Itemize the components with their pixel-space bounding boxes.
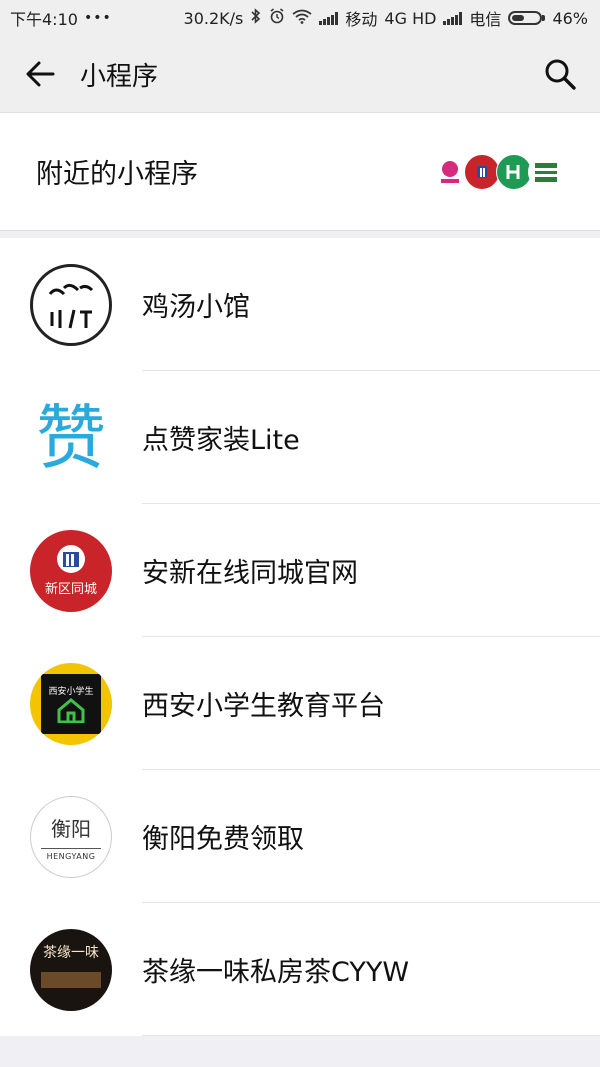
arrow-left-icon: [26, 61, 55, 87]
chayuan-logo-icon: 茶缘一味: [30, 928, 112, 1011]
nearby-logo-2: [464, 153, 500, 190]
carrier-1: 移动: [345, 10, 378, 29]
dianzan-logo-icon: 赞: [30, 396, 112, 479]
status-notification-dots: •••: [83, 10, 112, 26]
mini-program-list: 鸡汤小馆 赞 点赞家装Lite 新区同城 安新在线同城官网 西安小学生 西安小学…: [0, 238, 600, 1036]
search-button[interactable]: [520, 57, 600, 91]
nearby-logo-3: [496, 153, 532, 190]
xian-school-logo-icon: 西安小学生: [30, 662, 112, 745]
nearby-label: 附近的小程序: [36, 159, 198, 190]
list-item[interactable]: 西安小学生 西安小学生教育平台: [0, 637, 600, 770]
divider: [142, 1035, 600, 1036]
network-speed: 30.2K/s: [183, 8, 244, 28]
nearby-logos: [432, 153, 564, 190]
app-header: 小程序: [0, 36, 600, 113]
alarm-icon: [269, 8, 285, 28]
status-bar: 下午4:10 ••• 30.2K/s 移动 4G HD 电信 46%: [0, 0, 600, 36]
item-name: 点赞家装Lite: [142, 425, 300, 456]
nearby-logo-1: [432, 153, 468, 190]
battery-percent: 46%: [552, 8, 588, 28]
jitang-logo-icon: [30, 263, 112, 346]
item-name: 西安小学生教育平台: [142, 691, 385, 722]
list-item[interactable]: 鸡汤小馆: [0, 238, 600, 371]
item-name: 茶缘一味私房茶CYYW: [142, 957, 410, 988]
battery-icon: [508, 11, 546, 25]
signal-icon: [319, 11, 339, 25]
nearby-mini-programs[interactable]: 附近的小程序: [0, 113, 600, 231]
list-item[interactable]: 新区同城 安新在线同城官网: [0, 504, 600, 637]
carrier-2: 电信: [469, 10, 502, 29]
network-type: 4G HD: [384, 8, 437, 28]
back-button[interactable]: [0, 61, 80, 87]
wifi-icon: [292, 9, 312, 28]
list-item[interactable]: 赞 点赞家装Lite: [0, 371, 600, 504]
item-name: 衡阳免费领取: [142, 824, 304, 855]
hengyang-logo-icon: 衡阳 HENGYANG: [30, 795, 112, 878]
status-time: 下午4:10: [10, 10, 78, 29]
list-item[interactable]: 茶缘一味 茶缘一味私房茶CYYW: [0, 903, 600, 1036]
anxin-logo-icon: 新区同城: [30, 529, 112, 612]
nearby-logo-4: [528, 153, 564, 190]
signal-icon-2: [443, 11, 463, 25]
page-title: 小程序: [80, 61, 159, 92]
list-item[interactable]: 衡阳 HENGYANG 衡阳免费领取: [0, 770, 600, 903]
item-name: 鸡汤小馆: [142, 292, 250, 323]
item-name: 安新在线同城官网: [142, 558, 358, 589]
section-gap: [0, 231, 600, 238]
search-icon: [545, 59, 576, 90]
bluetooth-icon: [250, 8, 262, 28]
